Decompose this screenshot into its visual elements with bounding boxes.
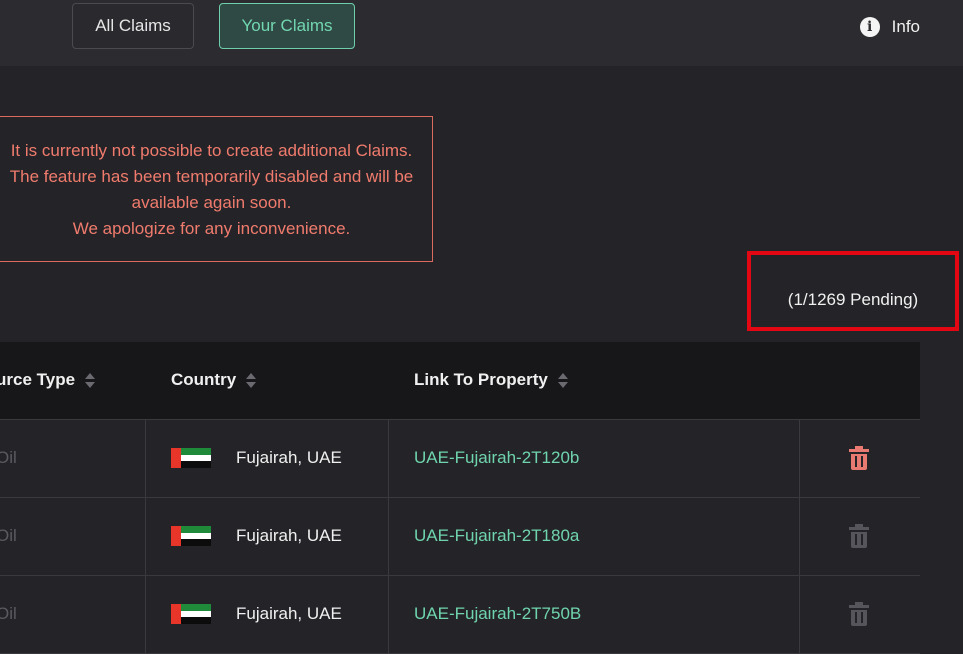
- table-row: Oil Fujairah, UAE UAE-Fujairah-2T180a: [0, 498, 920, 576]
- uae-flag-icon: [171, 448, 211, 469]
- header-label: Link To Property: [414, 370, 548, 389]
- column-divider: [145, 420, 146, 497]
- info-button[interactable]: i Info: [859, 14, 920, 40]
- your-claims-tab[interactable]: Your Claims: [219, 3, 355, 49]
- sort-icon: [246, 372, 257, 388]
- column-divider: [799, 420, 800, 497]
- column-divider: [145, 576, 146, 653]
- pending-count: (1/1269 Pending): [787, 290, 919, 309]
- property-link[interactable]: UAE-Fujairah-2T120b: [414, 448, 579, 468]
- country-cell: Fujairah, UAE: [236, 448, 342, 467]
- header-source-type[interactable]: urce Type: [0, 370, 96, 390]
- header-label: Country: [171, 370, 237, 389]
- header-label: urce Type: [0, 370, 76, 389]
- header-country[interactable]: Country: [171, 370, 257, 390]
- sort-icon: [557, 372, 568, 388]
- all-claims-tab[interactable]: All Claims: [72, 3, 194, 49]
- info-icon: i: [859, 17, 880, 37]
- property-link[interactable]: UAE-Fujairah-2T180a: [414, 526, 579, 546]
- info-label: Info: [891, 17, 920, 36]
- table-row: Oil Fujairah, UAE UAE-Fujairah-2T120b: [0, 420, 920, 498]
- uae-flag-icon: [171, 604, 211, 625]
- table-header: urce Type Country Link To Property: [0, 342, 920, 420]
- header-link-to-property[interactable]: Link To Property: [414, 370, 568, 390]
- notice-line: It is currently not possible to create a…: [10, 141, 413, 160]
- column-divider: [799, 498, 800, 575]
- source-type-cell: Oil: [0, 526, 17, 545]
- trash-icon[interactable]: [849, 602, 869, 626]
- column-divider: [388, 498, 389, 575]
- sort-icon: [85, 372, 96, 388]
- source-type-cell: Oil: [0, 604, 17, 623]
- trash-icon[interactable]: [849, 524, 869, 548]
- claims-table: urce Type Country Link To Property Oil F…: [0, 342, 920, 654]
- property-link[interactable]: UAE-Fujairah-2T750B: [414, 604, 581, 624]
- claims-disabled-notice: It is currently not possible to create a…: [0, 116, 433, 262]
- notice-line: available again soon.: [131, 193, 292, 212]
- column-divider: [388, 576, 389, 653]
- column-divider: [388, 420, 389, 497]
- table-row: Oil Fujairah, UAE UAE-Fujairah-2T750B: [0, 576, 920, 654]
- uae-flag-icon: [171, 526, 211, 547]
- country-cell: Fujairah, UAE: [236, 604, 342, 623]
- source-type-cell: Oil: [0, 448, 17, 467]
- notice-line: We apologize for any inconvenience.: [72, 219, 351, 238]
- column-divider: [145, 498, 146, 575]
- top-bar: All Claims Your Claims i Info: [0, 0, 963, 66]
- notice-line: The feature has been temporarily disable…: [9, 167, 414, 186]
- trash-icon[interactable]: [849, 446, 869, 470]
- column-divider: [799, 576, 800, 653]
- country-cell: Fujairah, UAE: [236, 526, 342, 545]
